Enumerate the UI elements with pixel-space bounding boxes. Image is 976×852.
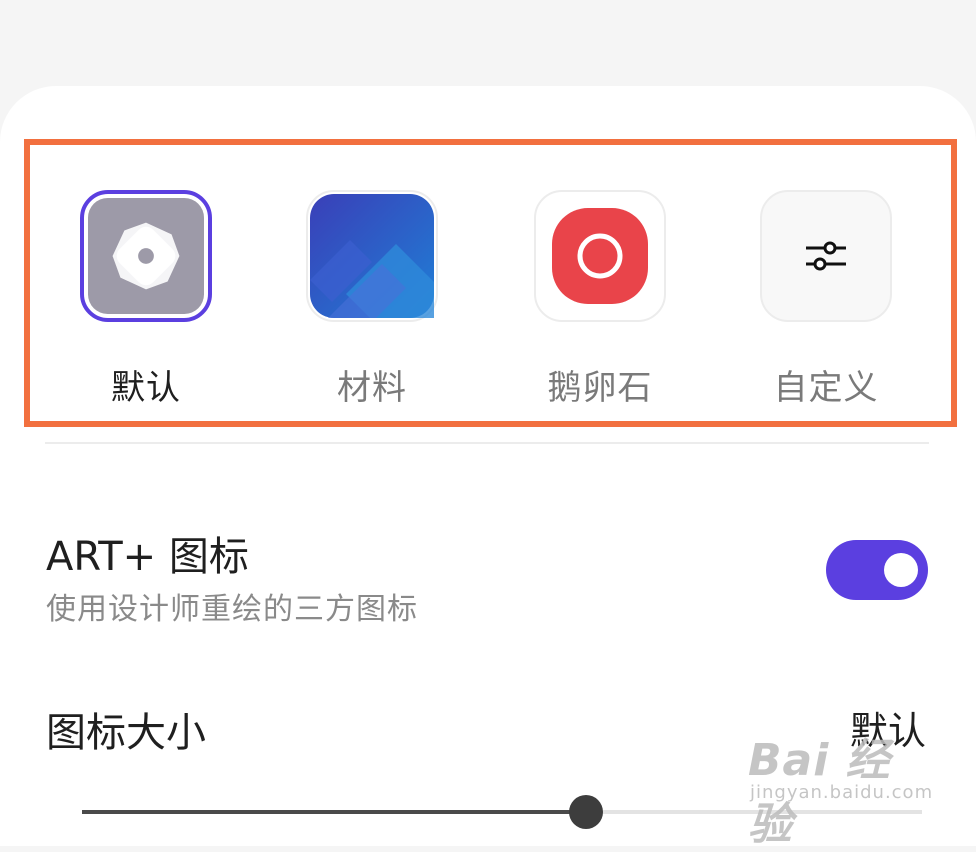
icon-style-custom-tile (760, 190, 892, 322)
pebble-icon (552, 208, 648, 304)
icon-style-pebble-label: 鹅卵石 (547, 368, 653, 408)
icon-style-default-tile (80, 190, 212, 322)
icon-size-title: 图标大小 (46, 710, 206, 756)
icon-style-material-tile (306, 190, 438, 322)
slider-fill (82, 810, 586, 814)
divider (45, 442, 929, 444)
icon-style-custom-label: 自定义 (773, 368, 879, 408)
watermark: Bai 经验 jingyan.baidu.com (748, 718, 932, 850)
icon-style-default[interactable]: 默认 (66, 190, 226, 410)
material-icon (310, 194, 434, 318)
icon-style-pebble[interactable]: 鹅卵石 (520, 190, 680, 410)
art-plus-toggle[interactable] (826, 540, 928, 600)
gear-icon (88, 198, 204, 314)
watermark-sub: jingyan.baidu.com (750, 782, 934, 803)
slider-thumb[interactable] (569, 795, 603, 829)
icon-style-custom[interactable]: 自定义 (746, 190, 906, 410)
icon-style-material-label: 材料 (337, 368, 407, 408)
sliders-icon (806, 241, 846, 271)
icon-style-pebble-tile (534, 190, 666, 322)
icon-style-material[interactable]: 材料 (292, 190, 452, 410)
icon-style-default-label: 默认 (111, 368, 181, 408)
toggle-knob (884, 553, 918, 587)
art-plus-subtitle: 使用设计师重绘的三方图标 (46, 592, 418, 627)
art-plus-title: ART+ 图标 (46, 534, 249, 580)
